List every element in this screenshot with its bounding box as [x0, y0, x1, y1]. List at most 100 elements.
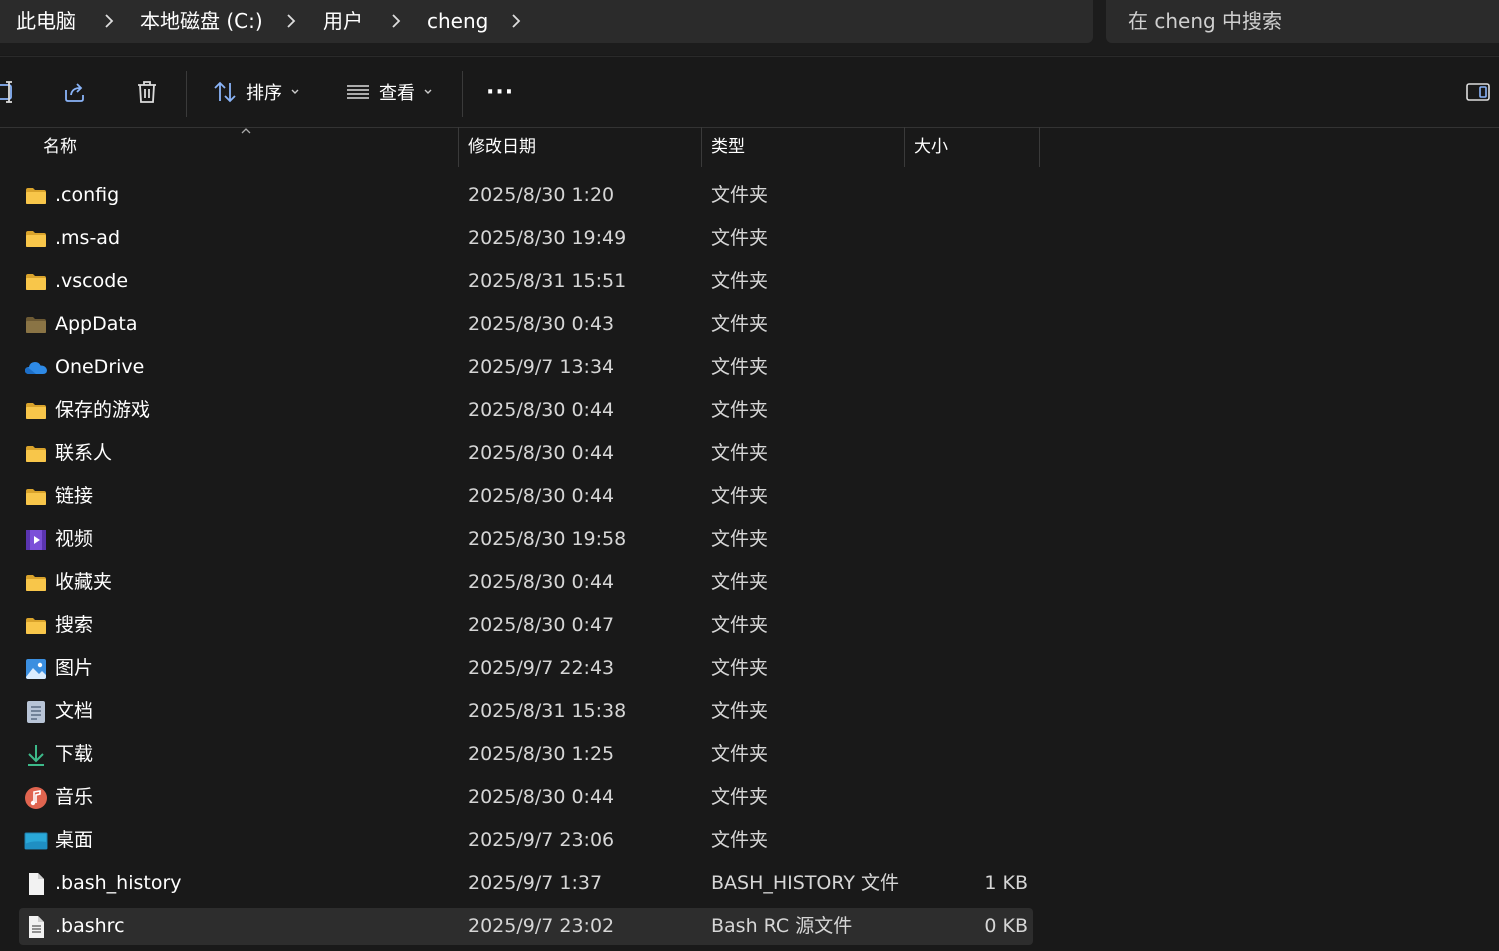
view-label: 查看 — [379, 83, 415, 104]
file-name: 下载 — [55, 743, 94, 765]
file-name: 收藏夹 — [55, 571, 113, 593]
rename-icon — [0, 81, 12, 103]
trash-icon — [138, 81, 156, 103]
details-pane-button[interactable] — [1465, 57, 1491, 127]
column-divider[interactable] — [701, 127, 702, 167]
table-row[interactable]: 图片 2025/9/7 22:43 文件夹 — [19, 650, 1033, 687]
file-date: 2025/9/7 23:06 — [468, 829, 615, 851]
file-name: 音乐 — [55, 786, 94, 808]
table-row[interactable]: 视频 2025/8/30 19:58 文件夹 — [19, 521, 1033, 558]
file-date: 2025/8/30 0:47 — [468, 614, 615, 636]
file-name: .config — [55, 184, 120, 206]
search-placeholder: 在 cheng 中搜索 — [1128, 9, 1283, 33]
chevron-down-icon — [291, 89, 299, 94]
chevron-right-icon[interactable] — [283, 13, 299, 29]
file-name: 视频 — [55, 528, 94, 550]
file-icon — [29, 873, 44, 895]
hidden-folder-icon — [26, 317, 46, 333]
folder-icon — [26, 274, 46, 290]
breadcrumb-cheng[interactable]: cheng — [427, 0, 488, 43]
column-size[interactable]: 大小 — [914, 127, 948, 167]
file-date: 2025/9/7 13:34 — [468, 356, 615, 378]
file-type: 文件夹 — [711, 657, 769, 679]
file-date: 2025/9/7 22:43 — [468, 657, 615, 679]
file-date: 2025/8/30 1:20 — [468, 184, 615, 206]
desktop-icon — [24, 832, 48, 850]
file-type: 文件夹 — [711, 528, 769, 550]
table-row[interactable]: .bash_history 2025/9/7 1:37 BASH_HISTORY… — [19, 865, 1033, 902]
table-row[interactable]: 音乐 2025/8/30 0:44 文件夹 — [19, 779, 1033, 816]
file-date: 2025/8/30 19:58 — [468, 528, 627, 550]
share-button[interactable] — [62, 57, 88, 127]
chevron-right-icon[interactable] — [508, 13, 524, 29]
rename-button[interactable] — [0, 57, 20, 127]
file-name: 搜索 — [55, 614, 94, 636]
breadcrumb-users[interactable]: 用户 — [323, 0, 363, 43]
table-row[interactable]: AppData 2025/8/30 0:43 文件夹 — [19, 306, 1033, 343]
file-name: .ms-ad — [55, 227, 121, 249]
folder-icon — [26, 575, 46, 591]
toolbar-divider — [186, 71, 187, 117]
table-row[interactable]: 文档 2025/8/31 15:38 文件夹 — [19, 693, 1033, 730]
file-type: BASH_HISTORY 文件 — [711, 872, 900, 894]
search-input[interactable]: 在 cheng 中搜索 — [1106, 0, 1499, 43]
column-date[interactable]: 修改日期 — [468, 127, 536, 167]
column-header: 名称 修改日期 类型 大小 — [0, 127, 1499, 169]
list-view-icon — [347, 85, 369, 99]
details-pane-icon — [1466, 83, 1490, 101]
table-row[interactable]: .config 2025/8/30 1:20 文件夹 — [19, 177, 1033, 214]
sort-icon — [214, 81, 236, 103]
toolbar-divider — [462, 71, 463, 117]
more-options-button[interactable]: ··· — [486, 57, 514, 127]
file-name: 链接 — [55, 485, 94, 507]
column-divider[interactable] — [1039, 127, 1040, 167]
table-row[interactable]: 桌面 2025/9/7 23:06 文件夹 — [19, 822, 1033, 859]
file-type: 文件夹 — [711, 485, 769, 507]
chevron-right-icon[interactable] — [101, 13, 117, 29]
file-date: 2025/8/30 0:44 — [468, 399, 615, 421]
column-name[interactable]: 名称 — [43, 127, 77, 167]
file-date: 2025/8/31 15:51 — [468, 270, 627, 292]
chevron-right-icon[interactable] — [388, 13, 404, 29]
sort-label: 排序 — [246, 83, 282, 104]
delete-button[interactable] — [134, 57, 160, 127]
table-row[interactable]: .vscode 2025/8/31 15:51 文件夹 — [19, 263, 1033, 300]
table-row[interactable]: .bashrc 2025/9/7 23:02 Bash RC 源文件 0 KB — [19, 908, 1033, 945]
breadcrumb-local-disk[interactable]: 本地磁盘 (C:) — [140, 0, 263, 43]
folder-icon — [26, 188, 46, 204]
file-date: 2025/8/30 1:25 — [468, 743, 615, 765]
column-type[interactable]: 类型 — [711, 127, 745, 167]
table-row[interactable]: 保存的游戏 2025/8/30 0:44 文件夹 — [19, 392, 1033, 429]
file-type: 文件夹 — [711, 743, 769, 765]
file-type: 文件夹 — [711, 184, 769, 206]
view-button[interactable]: 查看 — [345, 57, 433, 127]
table-row[interactable]: 链接 2025/8/30 0:44 文件夹 — [19, 478, 1033, 515]
table-row[interactable]: 搜索 2025/8/30 0:47 文件夹 — [19, 607, 1033, 644]
file-type: 文件夹 — [711, 356, 769, 378]
file-date: 2025/8/31 15:38 — [468, 700, 627, 722]
command-bar: 排序 查看 ··· — [0, 56, 1499, 128]
file-name: OneDrive — [55, 356, 145, 378]
file-name: 文档 — [55, 700, 94, 722]
more-icon: ··· — [486, 79, 515, 105]
file-name: AppData — [55, 313, 138, 335]
file-type: 文件夹 — [711, 829, 769, 851]
breadcrumb-this-pc[interactable]: 此电脑 — [16, 0, 76, 43]
file-date: 2025/9/7 23:02 — [468, 915, 615, 937]
column-divider[interactable] — [458, 127, 459, 167]
table-row[interactable]: 收藏夹 2025/8/30 0:44 文件夹 — [19, 564, 1033, 601]
column-divider[interactable] — [904, 127, 905, 167]
share-icon — [65, 83, 84, 102]
table-row[interactable]: .ms-ad 2025/8/30 19:49 文件夹 — [19, 220, 1033, 257]
file-name: .bash_history — [55, 872, 182, 894]
table-row[interactable]: 联系人 2025/8/30 0:44 文件夹 — [19, 435, 1033, 472]
file-name: 桌面 — [55, 829, 94, 851]
table-row[interactable]: OneDrive 2025/9/7 13:34 文件夹 — [19, 349, 1033, 386]
folder-icon — [26, 489, 46, 505]
folder-icon — [26, 403, 46, 419]
file-date: 2025/8/30 0:44 — [468, 786, 615, 808]
table-row[interactable]: 下载 2025/8/30 1:25 文件夹 — [19, 736, 1033, 773]
address-bar[interactable]: 此电脑 本地磁盘 (C:) 用户 cheng — [0, 0, 1093, 43]
file-type: Bash RC 源文件 — [711, 915, 853, 937]
sort-button[interactable]: 排序 — [212, 57, 300, 127]
